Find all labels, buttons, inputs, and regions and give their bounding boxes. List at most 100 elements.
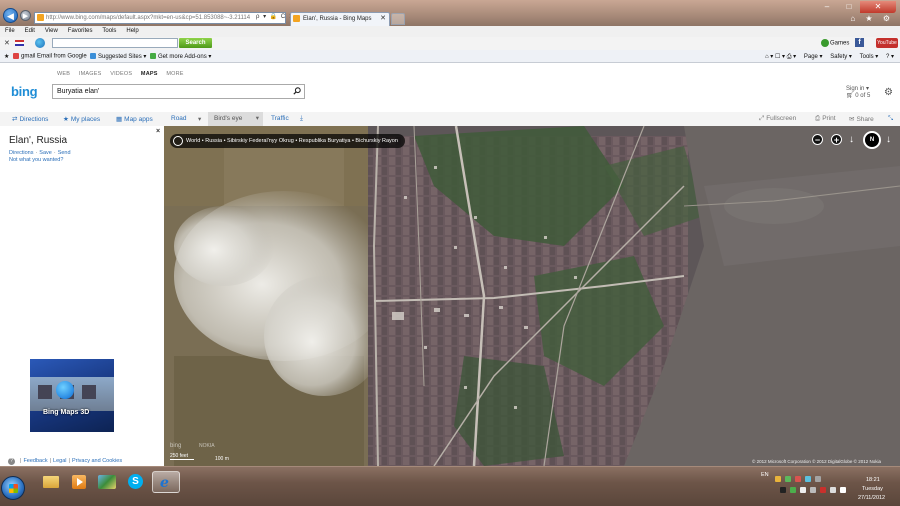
nav-maps[interactable]: MAPS <box>141 71 158 77</box>
menu-view[interactable]: View <box>45 26 58 37</box>
tray-icon[interactable] <box>830 487 836 493</box>
volume-icon[interactable] <box>840 487 846 493</box>
home-favorites-tools-icons[interactable]: ⌂ ★ ⚙ <box>850 14 894 23</box>
start-button[interactable] <box>1 476 25 500</box>
nav-videos[interactable]: VIDEOS <box>110 71 132 77</box>
zoom-in-button[interactable]: + <box>831 134 842 145</box>
toolbar-search-button[interactable]: Search <box>179 38 212 48</box>
system-tray[interactable] <box>775 474 855 494</box>
directions-button[interactable]: ⇄ Directions <box>12 115 48 123</box>
sign-in[interactable]: Sign in ▾ 🛒︎ 0 of 5 <box>846 86 870 100</box>
nav-web[interactable]: WEB <box>57 71 70 77</box>
tab-bing-maps[interactable]: Elan', Russia - Bing Maps ✕ <box>290 12 390 26</box>
minimize-button[interactable]: – <box>816 1 838 13</box>
menu-edit[interactable]: Edit <box>25 26 35 37</box>
compass-button[interactable]: N <box>863 131 881 149</box>
help-icon[interactable]: ? <box>8 458 15 465</box>
search-icon[interactable] <box>293 87 301 95</box>
birds-eye-button[interactable]: Bird's eye ▾ <box>208 112 263 126</box>
new-tab-button[interactable] <box>391 13 405 25</box>
birds-eye-dropdown-icon[interactable]: ▾ <box>256 112 259 126</box>
cart-counter: 🛒︎ 0 of 5 <box>846 93 870 100</box>
location-save-link[interactable]: Save <box>39 150 52 156</box>
breadcrumb-text[interactable]: World • Russia • Sibirskiy Federal'nyy O… <box>186 138 398 144</box>
flag-icon[interactable] <box>15 40 24 46</box>
collapse-header-icon[interactable]: ⤡ <box>888 115 893 123</box>
toolbar-close-icon[interactable]: ✕ <box>4 39 10 47</box>
language-indicator[interactable]: EN <box>761 472 769 478</box>
zoom-out-button[interactable]: − <box>812 134 823 145</box>
taskbar-media-player[interactable] <box>66 471 92 493</box>
cmd-page[interactable]: Page ▾ <box>804 54 823 60</box>
nav-images[interactable]: IMAGES <box>79 71 102 77</box>
traffic-button[interactable]: Traffic <box>271 115 289 122</box>
legal-link[interactable]: Legal <box>53 458 66 464</box>
cmd-help[interactable]: ? ▾ <box>886 54 894 60</box>
clock-time[interactable]: 18:21 <box>866 477 880 483</box>
tray-icon[interactable] <box>790 487 796 493</box>
tray-icon[interactable] <box>810 487 816 493</box>
games-button[interactable]: Games <box>821 39 849 47</box>
taskbar-internet-explorer[interactable]: e <box>152 471 180 493</box>
close-window-button[interactable]: ✕ <box>860 1 896 13</box>
favorites-star-icon[interactable]: ★ <box>4 53 9 60</box>
not-wanted-link[interactable]: Not what you wanted? <box>9 157 63 163</box>
location-directions-link[interactable]: Directions <box>9 150 33 156</box>
tray-icon[interactable] <box>805 476 811 482</box>
taskbar-explorer[interactable] <box>38 471 64 493</box>
locate-me-icon[interactable] <box>173 136 183 146</box>
map-canvas[interactable] <box>164 126 900 466</box>
toolbar-search-input[interactable] <box>52 38 178 48</box>
menu-tools[interactable]: Tools <box>102 26 116 37</box>
forward-button[interactable]: ▶ <box>20 10 31 21</box>
menu-help[interactable]: Help <box>126 26 138 37</box>
road-view-button[interactable]: Road <box>171 115 187 122</box>
bing-logo[interactable]: bing <box>11 84 38 99</box>
my-places-button[interactable]: ★ My places <box>63 115 100 123</box>
road-dropdown-icon[interactable]: ▾ <box>198 115 201 123</box>
taskbar-photo-app[interactable] <box>94 471 120 493</box>
settings-gear-icon[interactable]: ⚙ <box>884 87 893 98</box>
fav-gmail[interactable]: gmail Email from Google <box>13 53 87 60</box>
tray-icon[interactable] <box>795 476 801 482</box>
location-send-link[interactable]: Send <box>58 150 71 156</box>
clock-day[interactable]: Tuesday <box>862 486 883 492</box>
search-input[interactable]: Buryatia elan' <box>52 84 305 99</box>
cmd-safety[interactable]: Safety ▾ <box>830 54 852 60</box>
back-button[interactable]: ◀ <box>3 8 18 23</box>
panel-close-icon[interactable]: × <box>156 128 160 135</box>
rotate-left-icon[interactable]: ↓ <box>849 134 854 145</box>
taskbar-skype[interactable]: S <box>122 471 148 493</box>
tray-icon[interactable] <box>785 476 791 482</box>
sign-in-label[interactable]: Sign in ▾ <box>846 86 870 93</box>
cmd-tools[interactable]: Tools ▾ <box>860 54 879 60</box>
download-icon[interactable]: ⤓ <box>300 115 303 123</box>
fullscreen-button[interactable]: ⤢ Fullscreen <box>759 115 796 123</box>
map-apps-button[interactable]: ▦ Map apps <box>116 115 153 123</box>
facebook-icon[interactable]: f <box>855 38 864 47</box>
tab-close-icon[interactable]: ✕ <box>380 13 386 25</box>
share-button[interactable]: ✉ Share <box>849 115 874 123</box>
cmd-icons[interactable]: ⌂ ▾ ☐ ▾ ⎙ ▾ <box>765 54 796 60</box>
privacy-link[interactable]: Privacy and Cookies <box>72 458 122 464</box>
tray-icon[interactable] <box>780 487 786 493</box>
menu-favorites[interactable]: Favorites <box>68 26 93 37</box>
tray-icon[interactable] <box>820 487 826 493</box>
print-button[interactable]: ⎙ Print <box>815 115 836 123</box>
maximize-button[interactable]: □ <box>838 1 860 13</box>
fav-get-addons[interactable]: Get more Add-ons ▾ <box>150 53 211 60</box>
feedback-link[interactable]: Feedback <box>23 458 47 464</box>
youtube-icon[interactable]: YouTube <box>876 38 898 48</box>
address-bar[interactable]: http://www.bing.com/maps/default.aspx?mk… <box>34 12 286 24</box>
tray-icon[interactable] <box>800 487 806 493</box>
tray-icon[interactable] <box>775 476 781 482</box>
location-breadcrumb[interactable]: World • Russia • Sibirskiy Federal'nyy O… <box>170 134 405 148</box>
rotate-right-icon[interactable]: ↓ <box>886 134 891 145</box>
nav-more[interactable]: MORE <box>166 71 183 77</box>
fav-suggested-sites[interactable]: Suggested Sites ▾ <box>90 53 146 60</box>
tray-icon[interactable] <box>815 476 821 482</box>
clock-date[interactable]: 27/11/2012 <box>858 495 885 501</box>
scale-feet-label: 250 feet <box>170 453 189 459</box>
bing-maps-3d-ad[interactable]: Bing Maps 3D <box>30 359 114 432</box>
menu-file[interactable]: File <box>5 26 15 37</box>
